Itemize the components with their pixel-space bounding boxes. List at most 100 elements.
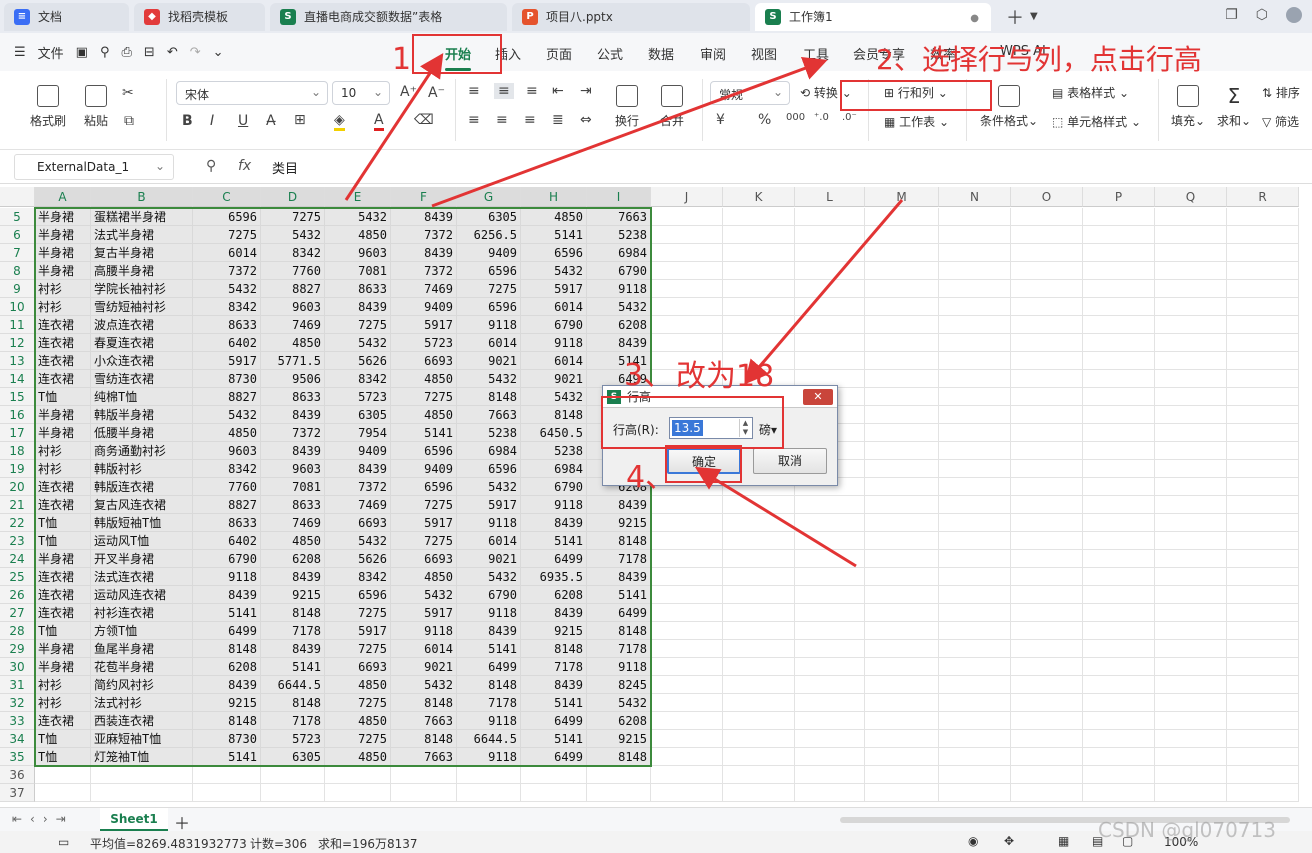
- empty-cell[interactable]: [723, 226, 795, 244]
- empty-cell[interactable]: [521, 784, 587, 802]
- empty-cell[interactable]: [795, 496, 865, 514]
- table-cell[interactable]: 6935.5: [521, 568, 587, 586]
- empty-cell[interactable]: [795, 748, 865, 766]
- empty-cell[interactable]: [1227, 568, 1299, 586]
- empty-cell[interactable]: [939, 694, 1011, 712]
- column-header[interactable]: E: [325, 187, 391, 207]
- table-cell[interactable]: 开叉半身裙: [91, 550, 193, 568]
- empty-cell[interactable]: [723, 514, 795, 532]
- table-cell[interactable]: 7663: [391, 748, 457, 766]
- table-cell[interactable]: 9118: [457, 604, 521, 622]
- worksheet-button[interactable]: ▦ 工作表 ⌄: [884, 113, 956, 130]
- underline-icon[interactable]: U: [238, 113, 248, 129]
- sum-button[interactable]: Σ 求和⌄: [1216, 85, 1252, 129]
- row-header[interactable]: 31: [0, 676, 35, 694]
- table-cell[interactable]: 8439: [391, 244, 457, 262]
- row-header[interactable]: 9: [0, 280, 35, 298]
- empty-cell[interactable]: [1155, 586, 1227, 604]
- empty-cell[interactable]: [939, 586, 1011, 604]
- empty-cell[interactable]: [1155, 622, 1227, 640]
- empty-cell[interactable]: [651, 298, 723, 316]
- table-cell[interactable]: 6402: [193, 532, 261, 550]
- empty-cell[interactable]: [865, 622, 939, 640]
- empty-cell[interactable]: [939, 712, 1011, 730]
- row-header[interactable]: 15: [0, 388, 35, 406]
- table-cell[interactable]: 8439: [261, 442, 325, 460]
- table-cell[interactable]: 6208: [587, 712, 651, 730]
- empty-cell[interactable]: [865, 244, 939, 262]
- empty-cell[interactable]: [795, 316, 865, 334]
- empty-cell[interactable]: [651, 730, 723, 748]
- empty-cell[interactable]: [1155, 316, 1227, 334]
- table-cell[interactable]: 9021: [391, 658, 457, 676]
- table-cell[interactable]: 7954: [325, 424, 391, 442]
- table-cell[interactable]: 5432: [457, 478, 521, 496]
- empty-cell[interactable]: [1011, 424, 1083, 442]
- table-cell[interactable]: 5432: [521, 262, 587, 280]
- table-cell[interactable]: 9215: [261, 586, 325, 604]
- empty-cell[interactable]: [35, 766, 91, 784]
- table-cell[interactable]: 8342: [261, 244, 325, 262]
- table-cell[interactable]: 7178: [261, 712, 325, 730]
- column-header[interactable]: D: [261, 187, 325, 207]
- table-cell[interactable]: 7663: [457, 406, 521, 424]
- table-cell[interactable]: 6499: [457, 658, 521, 676]
- empty-cell[interactable]: [1083, 784, 1155, 802]
- empty-cell[interactable]: [1155, 730, 1227, 748]
- row-header[interactable]: 6: [0, 226, 35, 244]
- table-cell[interactable]: 6984: [457, 442, 521, 460]
- zoom-search-icon[interactable]: ⚲: [206, 158, 216, 174]
- table-cell[interactable]: 6499: [521, 550, 587, 568]
- redo-icon[interactable]: ↷: [190, 45, 201, 60]
- menu-tools[interactable]: 工具: [803, 44, 829, 63]
- empty-cell[interactable]: [651, 244, 723, 262]
- empty-cell[interactable]: [865, 766, 939, 784]
- empty-cell[interactable]: [723, 244, 795, 262]
- table-cell[interactable]: 半身裙: [35, 262, 91, 280]
- empty-cell[interactable]: [1227, 532, 1299, 550]
- empty-cell[interactable]: [1227, 442, 1299, 460]
- row-header[interactable]: 37: [0, 784, 35, 802]
- row-header[interactable]: 10: [0, 298, 35, 316]
- table-cell[interactable]: 6208: [521, 586, 587, 604]
- table-cell[interactable]: 8148: [193, 712, 261, 730]
- empty-cell[interactable]: [1083, 514, 1155, 532]
- table-cell[interactable]: 6305: [325, 406, 391, 424]
- empty-cell[interactable]: [1083, 226, 1155, 244]
- table-cell[interactable]: 7275: [325, 694, 391, 712]
- menu-formula[interactable]: 公式: [597, 44, 623, 63]
- currency-icon[interactable]: ¥: [716, 112, 725, 128]
- empty-cell[interactable]: [587, 784, 651, 802]
- table-cell[interactable]: 4850: [521, 208, 587, 226]
- table-cell[interactable]: 8439: [261, 406, 325, 424]
- table-cell[interactable]: 7760: [193, 478, 261, 496]
- empty-cell[interactable]: [865, 208, 939, 226]
- table-cell[interactable]: 春夏连衣裙: [91, 334, 193, 352]
- table-cell[interactable]: 8148: [391, 694, 457, 712]
- empty-cell[interactable]: [1227, 496, 1299, 514]
- empty-cell[interactable]: [1011, 496, 1083, 514]
- empty-cell[interactable]: [939, 406, 1011, 424]
- empty-cell[interactable]: [1227, 514, 1299, 532]
- table-cell[interactable]: 5238: [521, 442, 587, 460]
- column-header[interactable]: R: [1227, 187, 1299, 207]
- empty-cell[interactable]: [865, 478, 939, 496]
- empty-cell[interactable]: [939, 676, 1011, 694]
- table-cell[interactable]: 8439: [391, 208, 457, 226]
- column-header[interactable]: B: [91, 187, 193, 207]
- table-cell[interactable]: 9118: [587, 658, 651, 676]
- table-cell[interactable]: T恤: [35, 622, 91, 640]
- tab-workbook1[interactable]: S 工作簿1 ●: [755, 2, 991, 31]
- percent-icon[interactable]: %: [758, 112, 771, 128]
- table-cell[interactable]: 7275: [457, 280, 521, 298]
- table-cell[interactable]: 7275: [261, 208, 325, 226]
- empty-cell[interactable]: [1083, 622, 1155, 640]
- empty-cell[interactable]: [723, 262, 795, 280]
- strikethrough-icon[interactable]: A̶: [266, 113, 276, 129]
- empty-cell[interactable]: [723, 784, 795, 802]
- table-cell[interactable]: 复古风连衣裙: [91, 496, 193, 514]
- table-cell[interactable]: 5432: [587, 694, 651, 712]
- table-cell[interactable]: 衬衫: [35, 694, 91, 712]
- empty-cell[interactable]: [795, 658, 865, 676]
- hamburger-icon[interactable]: ☰: [14, 45, 26, 60]
